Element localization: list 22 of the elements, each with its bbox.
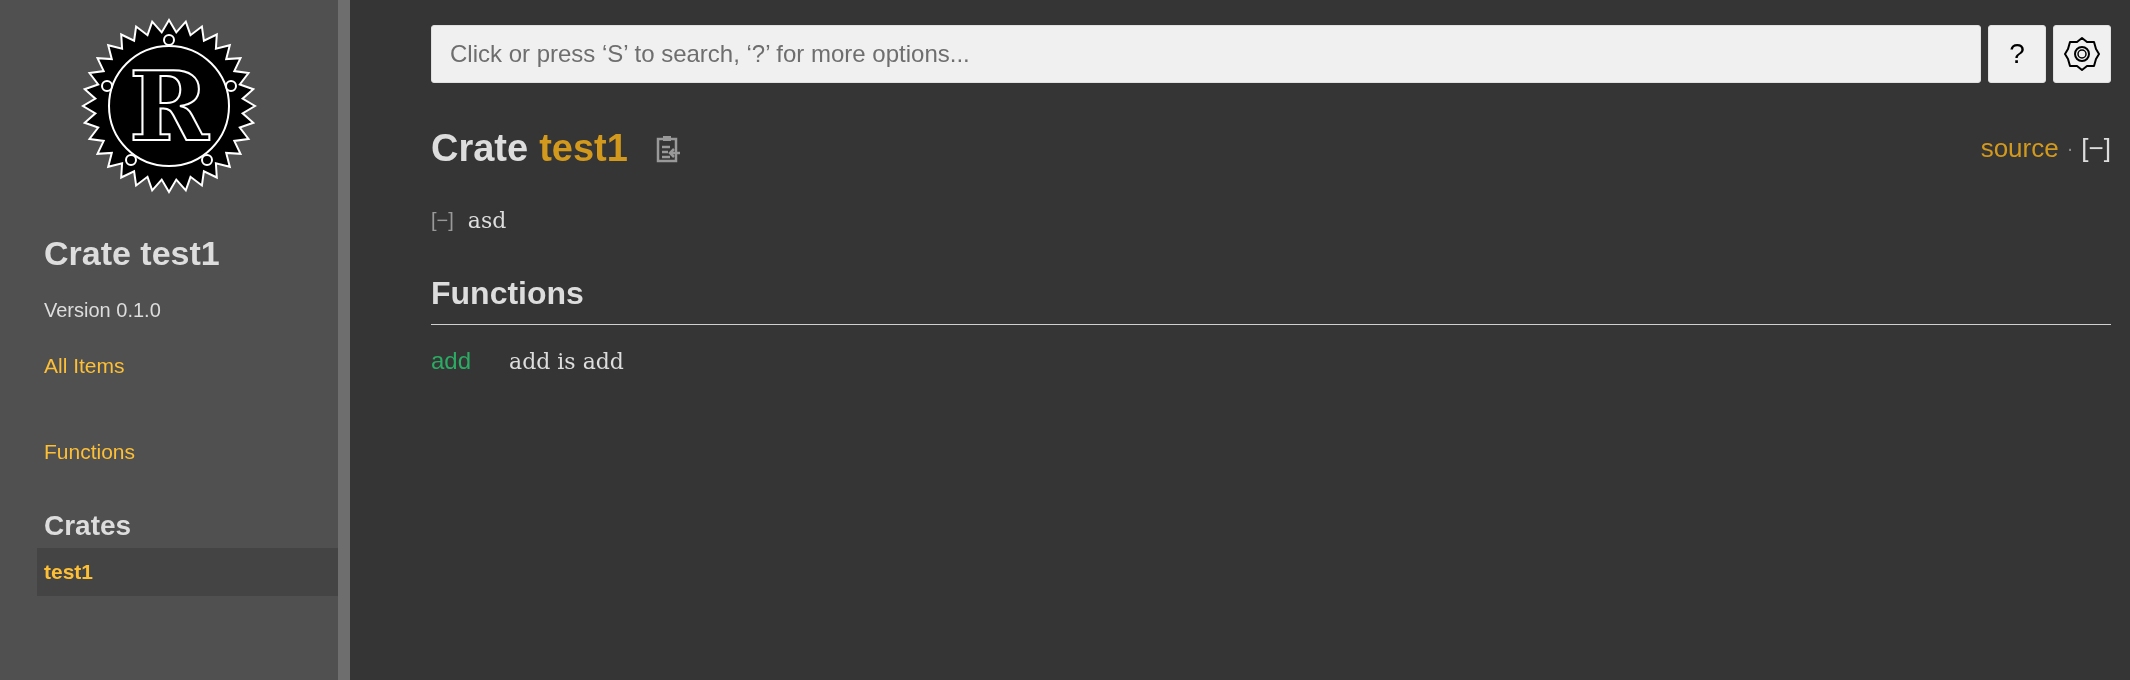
search-field[interactable]: Click or press ‘S’ to search, ‘?’ for more options... [431, 25, 1981, 83]
separator: · [2066, 137, 2074, 160]
heading-label: Crate [431, 127, 529, 170]
source-link[interactable]: source [1980, 133, 2059, 164]
crates-heading: Crates [44, 510, 133, 542]
function-link[interactable]: add [431, 347, 472, 375]
section-heading: Functions [431, 275, 2111, 325]
crate-link[interactable]: test1 [37, 548, 338, 596]
version-label: Version 0.1.0 [44, 299, 162, 322]
settings-button[interactable] [2053, 25, 2111, 83]
copy-path-button[interactable] [655, 133, 682, 164]
function-description: add is add [509, 349, 624, 374]
doc-toggle[interactable]: [−] [431, 209, 454, 232]
sidebar-link[interactable]: Functions [44, 440, 136, 464]
settings-icon [2064, 36, 2100, 72]
doc-text: asd [467, 208, 507, 233]
rust-logo[interactable]: R [81, 18, 257, 194]
sidebar-link[interactable]: All Items [44, 354, 125, 378]
collapse-toggle[interactable]: [−] [2081, 133, 2111, 164]
help-button[interactable]: ? [1988, 25, 2046, 83]
crate-name-link[interactable]: test1 [539, 127, 628, 170]
crate-title: Crate test1 [44, 234, 221, 273]
